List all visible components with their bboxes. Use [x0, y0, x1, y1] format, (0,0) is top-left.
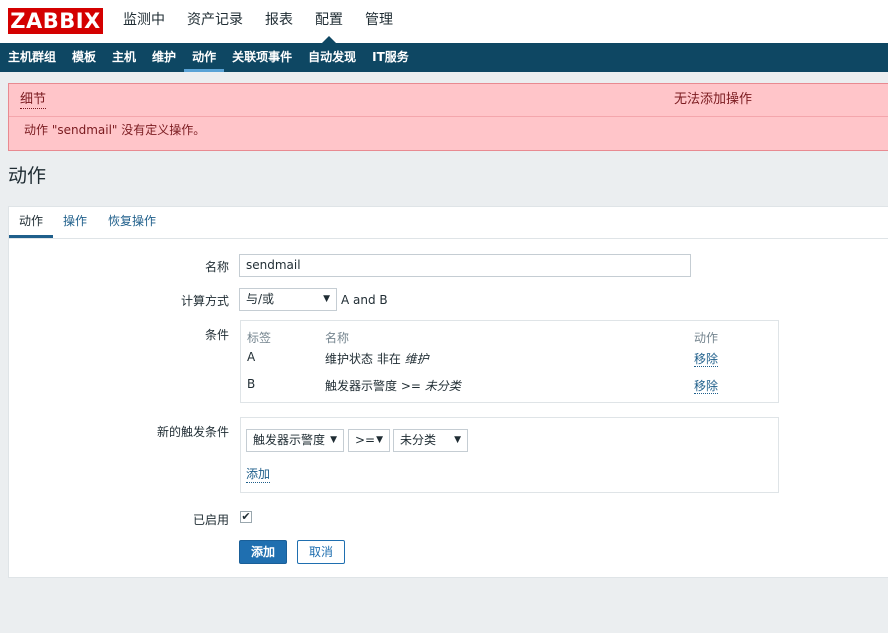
- new-condition-value-value: 未分类: [400, 433, 437, 447]
- tab-recovery-operations[interactable]: 恢复操作: [98, 207, 166, 238]
- add-button[interactable]: 添加: [239, 540, 287, 564]
- main-menu-administration[interactable]: 管理: [354, 0, 404, 43]
- chevron-down-icon: ▼: [323, 294, 330, 304]
- condition-tag: B: [247, 377, 256, 391]
- condition-name-prefix: 触发器示警度 >=: [325, 379, 421, 393]
- subnav-templates[interactable]: 模板: [64, 43, 104, 72]
- main-menu-configuration[interactable]: 配置: [304, 0, 354, 43]
- condition-name-value: 维护: [404, 352, 429, 366]
- conditions-header-tag: 标签: [247, 331, 272, 345]
- calculation-select-value: 与/或: [246, 292, 275, 306]
- enabled-label: 已启用: [192, 513, 229, 527]
- checkmark-icon: ✔: [241, 510, 251, 523]
- new-condition-type-select[interactable]: 触发器示警度 ▼: [246, 429, 344, 452]
- details-toggle-link[interactable]: 细节: [20, 92, 47, 109]
- main-menu-monitoring[interactable]: 监测中: [112, 0, 176, 43]
- condition-name: 维护状态 非在 维护: [325, 350, 429, 367]
- chevron-down-icon: ▼: [330, 435, 337, 445]
- subnav-discovery[interactable]: 自动发现: [300, 43, 364, 72]
- subnav-event-correlation[interactable]: 关联项事件: [224, 43, 300, 72]
- new-condition-label: 新的触发条件: [156, 425, 229, 439]
- new-condition-value-select[interactable]: 未分类 ▼: [393, 429, 468, 452]
- calculation-label: 计算方式: [180, 294, 229, 308]
- error-title: 无法添加操作: [674, 92, 753, 107]
- new-condition-operator-value: >=: [355, 433, 376, 447]
- conditions-header-action: 动作: [694, 331, 719, 345]
- top-header: ZABBIX 监测中 资产记录 报表 配置 管理: [0, 0, 888, 43]
- calculation-expression: A and B: [341, 293, 388, 307]
- condition-name-value: 未分类: [424, 379, 461, 393]
- conditions-table: 标签 名称 动作 A 维护状态 非在 维护 移除 B 触发器示警度 >= 未分类…: [240, 320, 779, 403]
- zabbix-logo[interactable]: ZABBIX: [8, 8, 103, 34]
- error-message-box: 细节 无法添加操作 动作 "sendmail" 没有定义操作。: [8, 83, 888, 151]
- tab-action[interactable]: 动作: [9, 207, 54, 238]
- new-condition-type-value: 触发器示警度: [253, 433, 326, 447]
- add-condition-link[interactable]: 添加: [246, 465, 271, 483]
- page-title: 动作: [8, 165, 47, 187]
- subnav-host-groups[interactable]: 主机群组: [0, 43, 64, 72]
- condition-remove-link[interactable]: 移除: [694, 377, 719, 394]
- tab-operations[interactable]: 操作: [53, 207, 97, 238]
- error-message-header: 细节 无法添加操作: [9, 84, 888, 117]
- sub-navigation: 主机群组 模板 主机 维护 动作 关联项事件 自动发现 IT服务: [0, 43, 888, 72]
- new-condition-box: 触发器示警度 ▼ >= ▼ 未分类 ▼ 添加: [240, 417, 779, 493]
- condition-remove-link[interactable]: 移除: [694, 350, 719, 367]
- action-form-panel: 动作 操作 恢复操作 名称 sendmail 计算方式 与/或 ▼ A and …: [8, 206, 888, 578]
- main-menu-reports[interactable]: 报表: [254, 0, 304, 43]
- subnav-hosts[interactable]: 主机: [104, 43, 144, 72]
- remove-link-text[interactable]: 移除: [694, 352, 719, 367]
- conditions-header-name: 名称: [325, 331, 350, 345]
- name-input[interactable]: sendmail: [239, 254, 691, 277]
- subnav-maintenance[interactable]: 维护: [144, 43, 184, 72]
- calculation-select[interactable]: 与/或 ▼: [239, 288, 337, 311]
- enabled-checkbox[interactable]: ✔: [240, 511, 252, 523]
- chevron-down-icon: ▼: [454, 435, 461, 445]
- remove-link-text[interactable]: 移除: [694, 379, 719, 394]
- condition-name: 触发器示警度 >= 未分类: [325, 377, 461, 394]
- main-menu: 监测中 资产记录 报表 配置 管理: [112, 0, 404, 43]
- condition-name-prefix: 维护状态 非在: [325, 352, 401, 366]
- new-condition-operator-select[interactable]: >= ▼: [348, 429, 390, 452]
- form-tabs: 动作 操作 恢复操作: [9, 207, 888, 239]
- subnav-it-services[interactable]: IT服务: [364, 43, 417, 72]
- name-label: 名称: [204, 260, 229, 274]
- condition-tag: A: [247, 350, 256, 364]
- conditions-label: 条件: [204, 328, 229, 342]
- chevron-down-icon: ▼: [376, 435, 383, 445]
- cancel-button[interactable]: 取消: [297, 540, 345, 564]
- subnav-actions[interactable]: 动作: [184, 43, 225, 72]
- error-text: 动作 "sendmail" 没有定义操作。: [24, 123, 206, 137]
- main-menu-inventory[interactable]: 资产记录: [176, 0, 254, 43]
